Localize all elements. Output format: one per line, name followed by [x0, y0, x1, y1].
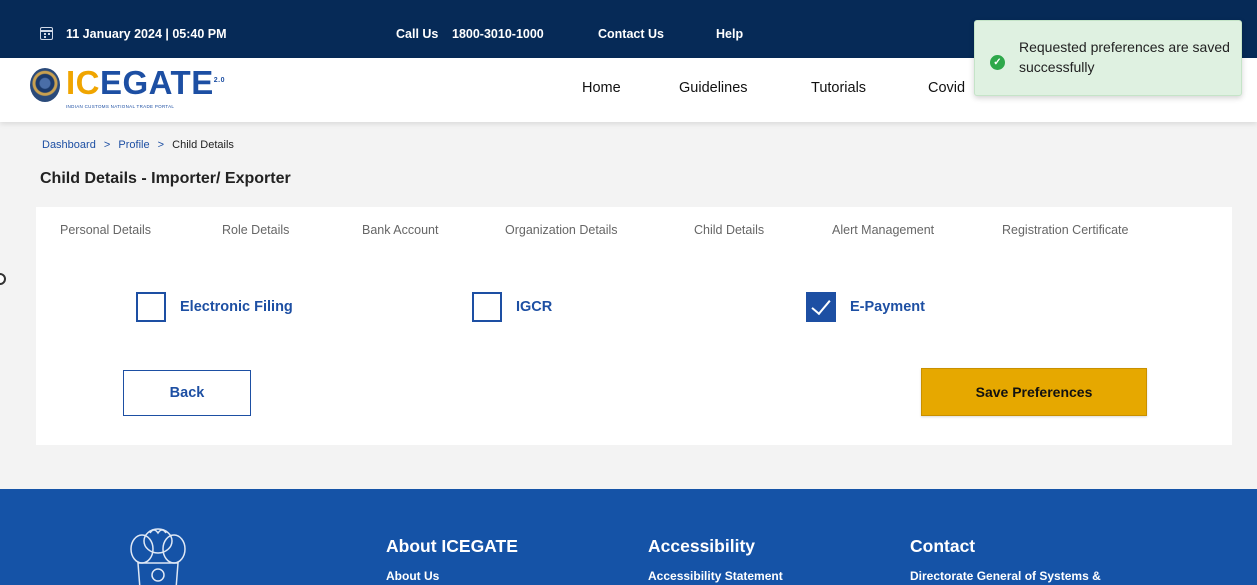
- nav-guidelines[interactable]: Guidelines: [679, 80, 748, 96]
- help-link[interactable]: Help: [716, 27, 743, 41]
- footer-heading-accessibility: Accessibility: [648, 536, 755, 556]
- footer: About ICEGATE About Us Accessibility Acc…: [0, 489, 1257, 585]
- back-button[interactable]: Back: [123, 370, 251, 416]
- logo-subtitle: INDIAN CUSTOMS NATIONAL TRADE PORTAL: [66, 104, 175, 109]
- e-payment-label[interactable]: E-Payment: [850, 299, 925, 315]
- breadcrumb-profile[interactable]: Profile: [118, 139, 149, 151]
- breadcrumb-separator: >: [157, 139, 165, 151]
- igcr-label[interactable]: IGCR: [516, 299, 552, 315]
- save-preferences-button[interactable]: Save Preferences: [921, 368, 1147, 416]
- emblem-icon: [30, 68, 60, 102]
- tab-role-details[interactable]: Role Details: [222, 223, 289, 237]
- toast-message: Requested preferences are saved successf…: [1019, 39, 1230, 75]
- calendar-icon: [40, 27, 53, 40]
- e-payment-checkbox[interactable]: [806, 292, 836, 322]
- breadcrumb: Dashboard > Profile > Child Details: [42, 139, 234, 151]
- electronic-filing-checkbox[interactable]: [136, 292, 166, 322]
- electronic-filing-label[interactable]: Electronic Filing: [180, 299, 293, 315]
- icegate-logo[interactable]: ICEGATE2.0 INDIAN CUSTOMS NATIONAL TRADE…: [30, 64, 230, 118]
- call-number-link[interactable]: 1800-3010-1000: [452, 27, 544, 41]
- nav-covid[interactable]: Covid: [928, 80, 965, 96]
- breadcrumb-current: Child Details: [172, 139, 234, 151]
- igcr-checkbox[interactable]: [472, 292, 502, 322]
- tab-personal-details[interactable]: Personal Details: [60, 223, 151, 237]
- check-circle-icon: ✓: [990, 55, 1005, 70]
- success-toast: ✓ Requested preferences are saved succes…: [974, 20, 1242, 96]
- tab-bank-account[interactable]: Bank Account: [362, 223, 438, 237]
- tab-registration-certificate[interactable]: Registration Certificate: [1002, 223, 1128, 237]
- footer-link-about-us[interactable]: About Us: [386, 569, 439, 583]
- breadcrumb-dashboard[interactable]: Dashboard: [42, 139, 96, 151]
- contact-us-link[interactable]: Contact Us: [598, 27, 664, 41]
- side-circle-icon: [0, 273, 6, 285]
- tab-organization-details[interactable]: Organization Details: [505, 223, 618, 237]
- page-title: Child Details - Importer/ Exporter: [40, 170, 291, 187]
- footer-link-accessibility-statement[interactable]: Accessibility Statement: [648, 569, 783, 583]
- preferences-card: Personal Details Role Details Bank Accou…: [36, 207, 1232, 445]
- nav-tutorials[interactable]: Tutorials: [811, 80, 866, 96]
- logo-text: ICEGATE2.0: [66, 64, 225, 101]
- call-us-label: Call Us: [396, 27, 439, 41]
- footer-link-directorate[interactable]: Directorate General of Systems &: [910, 569, 1101, 583]
- footer-heading-about: About ICEGATE: [386, 536, 518, 556]
- tab-child-details[interactable]: Child Details: [694, 223, 764, 237]
- footer-heading-contact: Contact: [910, 536, 976, 556]
- national-emblem-icon: [130, 528, 186, 585]
- datetime-text: 11 January 2024 | 05:40 PM: [66, 27, 227, 41]
- tab-alert-management[interactable]: Alert Management: [832, 223, 934, 237]
- breadcrumb-separator: >: [103, 139, 111, 151]
- nav-home[interactable]: Home: [582, 80, 621, 96]
